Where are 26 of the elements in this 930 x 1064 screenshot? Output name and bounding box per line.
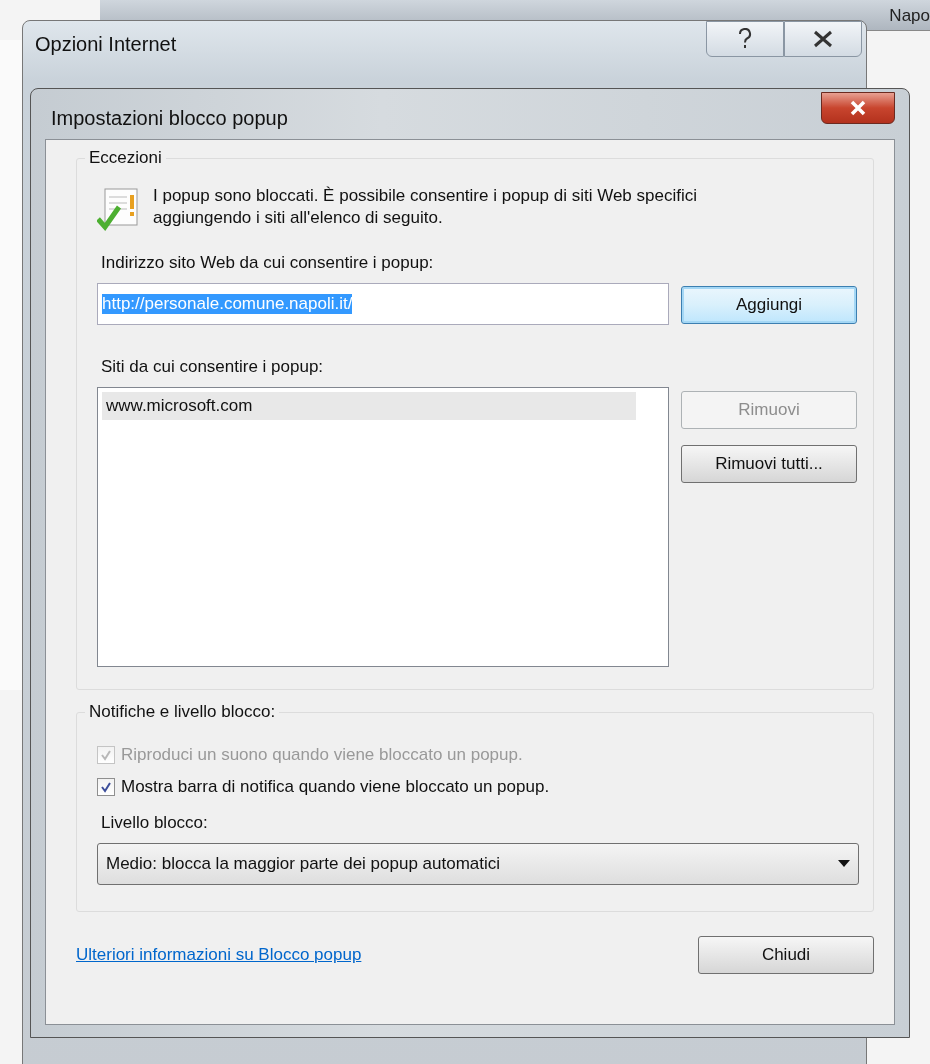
list-item[interactable]: www.microsoft.com xyxy=(102,392,636,420)
field-label: Livello blocco: xyxy=(101,813,209,833)
field-label: Indirizzo sito Web da cui consentire i popup: xyxy=(101,253,435,273)
caret-icon xyxy=(838,860,850,868)
info-text: I popup sono bloccati. È possibile consentire i popup di siti Web specifici aggiungendo i siti all'elenco di seguito. xyxy=(153,185,698,229)
remove-all-button[interactable]: Rimuovi tutti... xyxy=(681,445,857,483)
window-title: Opzioni Internet xyxy=(35,33,177,56)
close-button[interactable] xyxy=(821,92,895,124)
help-button[interactable] xyxy=(706,21,784,57)
sites-list[interactable]: www.microsoft.com xyxy=(97,387,669,667)
list-label: Siti da cui consentire i popup: xyxy=(101,357,325,377)
window-title: Napo xyxy=(889,6,930,26)
close-dialog-button[interactable]: Chiudi xyxy=(698,936,874,974)
close-icon xyxy=(849,100,867,116)
checkbox-label: Mostra barra di notifica quando viene bloccato un popup. xyxy=(121,777,550,797)
close-button[interactable] xyxy=(784,21,862,57)
help-link[interactable]: Ulteriori informazioni su Blocco popup xyxy=(76,945,362,965)
checkmark-icon xyxy=(100,781,112,793)
checkbox-label: Riproduci un suono quando viene bloccato un popup. xyxy=(121,745,523,765)
checkmark-icon xyxy=(100,749,112,761)
add-button[interactable]: Aggiungi xyxy=(681,286,857,324)
close-icon xyxy=(812,30,834,48)
help-icon xyxy=(737,28,753,50)
block-level-dropdown[interactable]: Medio: blocca la maggior parte dei popup automatici xyxy=(97,843,859,885)
dialog-title: Impostazioni blocco popup xyxy=(51,106,288,130)
checkbox[interactable] xyxy=(97,778,115,796)
